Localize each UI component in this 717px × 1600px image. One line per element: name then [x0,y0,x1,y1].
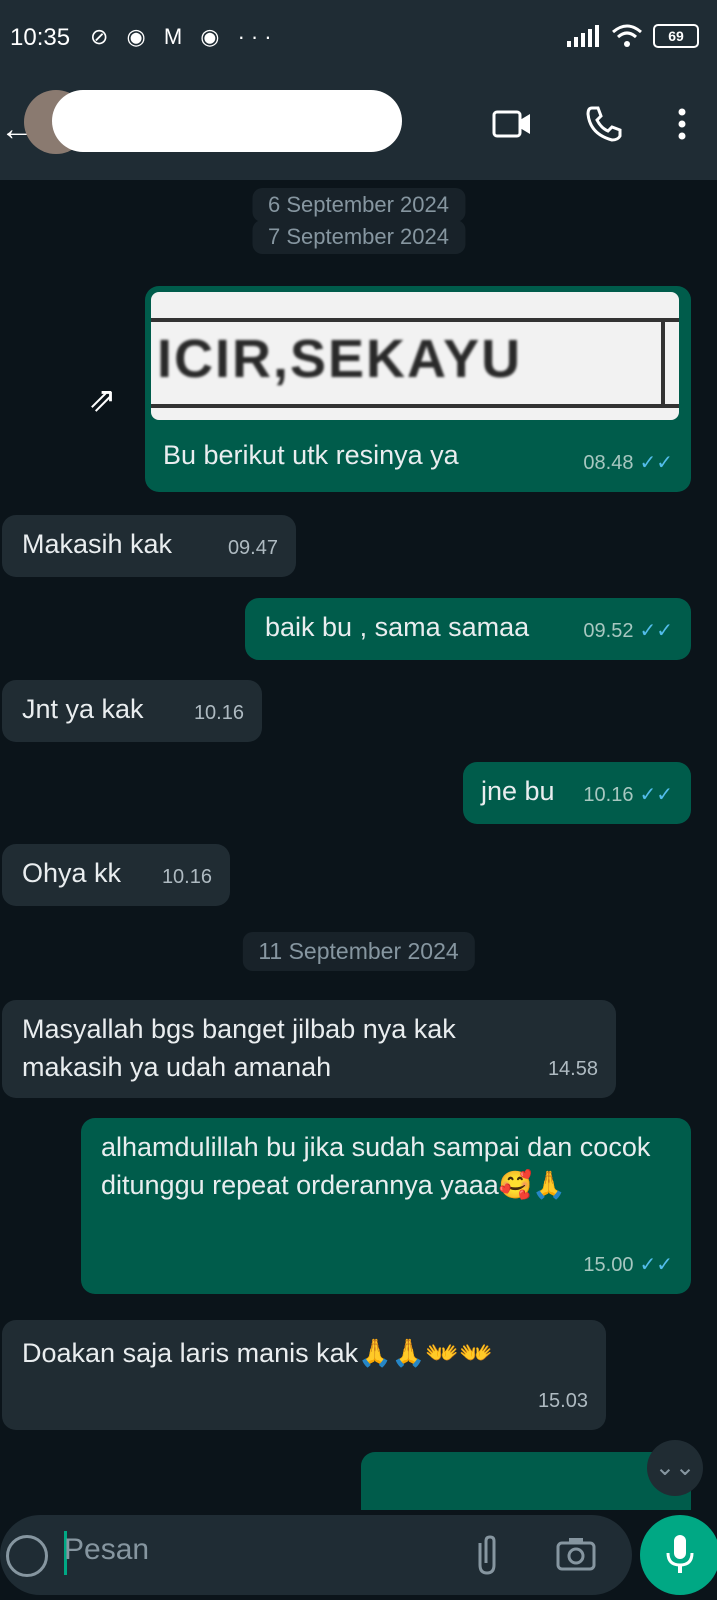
message-outgoing[interactable]: alhamdulillah bu jika sudah sampai dan c… [81,1118,691,1294]
more-icon[interactable] [660,102,704,146]
date-chip: 6 September 2024 [251,188,466,222]
message-text: Doakan saja laris manis kak🙏🙏👐👐 [22,1338,493,1368]
time-text: 09.52 [583,620,634,642]
message-input[interactable]: Pesan [64,1533,149,1567]
phone-icon[interactable] [582,102,626,146]
contact-name[interactable] [52,90,402,152]
image-text: ICIR,SEKAYU [157,329,523,389]
message-incoming[interactable]: Ohya kk 10.16 [2,844,230,906]
message-text: Bu berikut utk resinya ya [163,440,459,470]
message-time: 08.48 ✓✓ [583,444,673,482]
message-text: jne bu [481,776,555,806]
chat-header: ← [0,80,717,180]
battery-icon: 69 [653,24,699,48]
image-border [151,404,679,408]
message-time: 10.16 ✓✓ [583,776,673,814]
status-time: 10:35 [10,24,71,51]
message-input-container[interactable]: Pesan [0,1515,632,1595]
message-text: Masyallah bgs banget jilbab nya kak maka… [22,1014,456,1082]
image-preview[interactable]: ICIR,SEKAYU [151,292,679,420]
composer: Pesan [0,1515,635,1595]
signal-icon [567,25,599,47]
message-incoming[interactable]: Makasih kak 09.47 [2,515,296,577]
video-call-icon[interactable] [490,102,534,146]
message-time: 14.58 [547,1058,598,1080]
time-text: 08.48 [583,452,634,474]
message-time: 09.52 ✓✓ [583,612,673,650]
read-tick-icon: ✓✓ [639,452,673,474]
camera-icon[interactable] [556,1535,596,1573]
date-chip: 11 September 2024 [242,932,475,971]
read-tick-icon: ✓✓ [639,784,673,806]
message-time: 10.16 [193,702,244,724]
time-text: 10.16 [583,784,634,806]
message-list[interactable]: 6 September 2024 7 September 2024 ⇗ ICIR… [0,180,717,1510]
message-time: 10.16 [161,866,212,888]
message-text: Jnt ya kak [22,694,144,724]
message-incoming[interactable]: Masyallah bgs banget jilbab nya kak maka… [2,1000,616,1098]
read-tick-icon: ✓✓ [639,620,673,642]
message-incoming[interactable]: Jnt ya kak 10.16 [2,680,262,742]
message-incoming[interactable]: Doakan saja laris manis kak🙏🙏👐👐 15.03 [2,1320,606,1430]
message-outgoing[interactable]: baik bu , sama samaa 09.52 ✓✓ [245,598,691,660]
date-chip: 7 September 2024 [251,220,466,254]
status-right: 69 [567,24,699,48]
message-time: 15.00 ✓✓ [583,1246,673,1284]
message-text: Ohya kk [22,858,122,888]
forward-icon[interactable]: ⇗ [88,380,117,420]
wifi-icon [612,24,642,47]
image-border [661,318,665,408]
image-border [151,318,679,322]
message-outgoing-image[interactable]: ICIR,SEKAYU Bu berikut utk resinya ya 08… [145,286,691,492]
message-text: baik bu , sama samaa [265,612,530,642]
message-time: 09.47 [227,537,278,559]
message-outgoing-partial[interactable] [361,1452,691,1510]
message-outgoing[interactable]: jne bu 10.16 ✓✓ [463,762,691,824]
status-bar: 10:35 ⊘ ◉ M ◉ ··· 69 [0,0,717,80]
notification-icons: ⊘ ◉ M ◉ ··· [90,24,278,49]
message-time: 15.03 [537,1390,588,1412]
mic-icon [666,1535,694,1573]
attach-icon[interactable] [470,1533,504,1577]
mic-button[interactable] [640,1515,717,1595]
message-text: Makasih kak [22,529,173,559]
emoji-icon[interactable] [6,1535,48,1577]
read-tick-icon: ✓✓ [639,1254,673,1276]
message-text: alhamdulillah bu jika sudah sampai dan c… [101,1132,651,1200]
time-text: 15.00 [583,1254,634,1276]
scroll-down-icon[interactable]: ⌄⌄ [647,1440,703,1496]
